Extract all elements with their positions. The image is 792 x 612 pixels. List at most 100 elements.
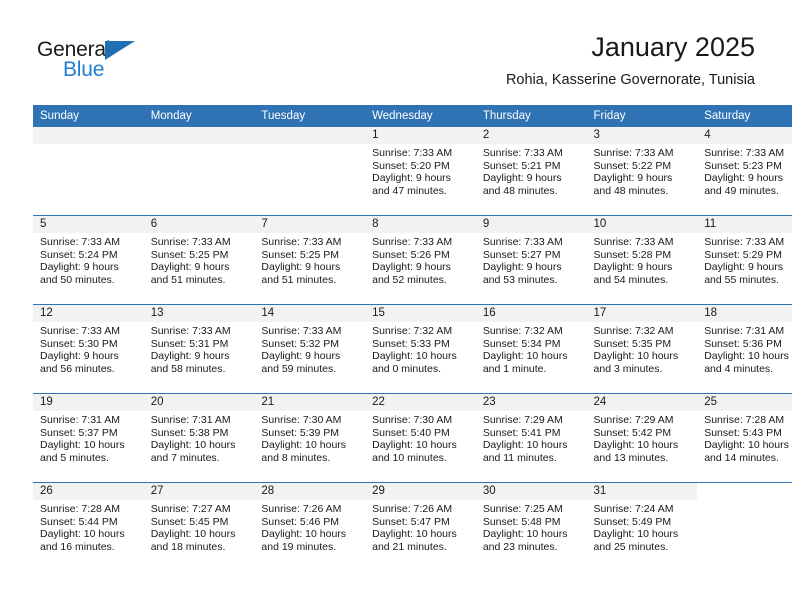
day-number: 6: [143, 216, 255, 233]
sunset-text: Sunset: 5:25 PM: [150, 248, 229, 261]
daylight-text-line1: Daylight: 9 hours: [261, 350, 341, 363]
day-number: 24: [586, 394, 698, 411]
daylight-text-line2: and 56 minutes.: [40, 362, 115, 375]
day-details: Sunrise: 7:29 AM Sunset: 5:42 PM Daylight:…: [587, 411, 698, 464]
day-details: Sunrise: 7:33 AM Sunset: 5:22 PM Daylight:…: [587, 144, 698, 197]
calendar-day-cell[interactable]: 16 Sunrise: 7:32 AM Sunset: 5:34 PM Dayligh…: [475, 304, 587, 394]
sunset-text: Sunset: 5:39 PM: [261, 426, 340, 439]
daylight-text-line1: Daylight: 10 hours: [372, 350, 457, 363]
sunset-text: Sunset: 5:33 PM: [372, 337, 450, 350]
weekday-header-friday: Friday: [586, 105, 698, 127]
day-details: Sunrise: 7:33 AM Sunset: 5:23 PM Daylight:…: [697, 144, 792, 197]
day-number: 9: [475, 216, 587, 233]
day-number: 26: [33, 483, 144, 500]
sunrise-text: Sunrise: 7:33 AM: [704, 236, 785, 248]
calendar-day-cell[interactable]: 19 Sunrise: 7:31 AM Sunset: 5:37 PM Dayligh…: [33, 393, 144, 483]
sunset-text: Sunset: 5:23 PM: [704, 159, 782, 172]
title-block: January 2025 Rohia, Kasserine Governorat…: [506, 30, 755, 90]
sunset-text: Sunset: 5:47 PM: [372, 515, 450, 528]
day-details: Sunrise: 7:31 AM Sunset: 5:36 PM Daylight:…: [697, 322, 792, 375]
day-number: 20: [143, 394, 255, 411]
sunset-text: Sunset: 5:38 PM: [150, 426, 229, 439]
daylight-text-line2: and 51 minutes.: [261, 273, 337, 286]
daylight-text-line1: Daylight: 9 hours: [150, 261, 230, 274]
sunset-text: Sunset: 5:40 PM: [372, 426, 450, 439]
sunrise-text: Sunrise: 7:33 AM: [593, 147, 674, 159]
sunrise-text: Sunrise: 7:26 AM: [261, 503, 342, 515]
day-number: [143, 127, 255, 144]
calendar-day-cell[interactable]: 2 Sunrise: 7:33 AM Sunset: 5:21 PM Daylight…: [475, 127, 587, 216]
calendar-week-row: 1 Sunrise: 7:33 AM Sunset: 5:20 PM Daylight…: [33, 127, 792, 216]
daylight-text-line1: Daylight: 9 hours: [372, 172, 451, 185]
day-number: 31: [586, 483, 698, 500]
calendar-day-cell[interactable]: 14 Sunrise: 7:33 AM Sunset: 5:32 PM Dayligh…: [254, 304, 366, 394]
day-number: 22: [365, 394, 476, 411]
calendar-day-cell[interactable]: 12 Sunrise: 7:33 AM Sunset: 5:30 PM Dayligh…: [33, 304, 144, 394]
sunset-text: Sunset: 5:25 PM: [261, 248, 340, 261]
calendar-day-cell[interactable]: 22 Sunrise: 7:30 AM Sunset: 5:40 PM Dayligh…: [365, 393, 476, 483]
daylight-text-line1: Daylight: 10 hours: [704, 439, 789, 452]
calendar-day-cell[interactable]: 25 Sunrise: 7:28 AM Sunset: 5:43 PM Dayligh…: [697, 393, 792, 483]
calendar-day-cell[interactable]: 17 Sunrise: 7:32 AM Sunset: 5:35 PM Dayligh…: [586, 304, 698, 394]
calendar-day-cell[interactable]: 10 Sunrise: 7:33 AM Sunset: 5:28 PM Dayligh…: [586, 215, 698, 305]
calendar-day-cell[interactable]: 31 Sunrise: 7:24 AM Sunset: 5:49 PM Dayligh…: [586, 482, 698, 571]
calendar-grid: Sunday Monday Tuesday Wednesday Thursday…: [33, 105, 792, 571]
daylight-text-line1: Daylight: 9 hours: [40, 261, 119, 274]
calendar-day-cell[interactable]: 18 Sunrise: 7:31 AM Sunset: 5:36 PM Dayligh…: [697, 304, 792, 394]
calendar-week-row: 19 Sunrise: 7:31 AM Sunset: 5:37 PM Dayligh…: [33, 393, 792, 483]
sunset-text: Sunset: 5:29 PM: [704, 248, 782, 261]
calendar-day-cell[interactable]: 4 Sunrise: 7:33 AM Sunset: 5:23 PM Daylight…: [697, 127, 792, 216]
daylight-text-line2: and 48 minutes.: [593, 184, 669, 197]
weekday-header-sunday: Sunday: [33, 105, 144, 127]
calendar-day-cell[interactable]: 9 Sunrise: 7:33 AM Sunset: 5:27 PM Daylight…: [475, 215, 587, 305]
sunset-text: Sunset: 5:22 PM: [593, 159, 672, 172]
daylight-text-line1: Daylight: 10 hours: [372, 439, 457, 452]
general-blue-logo[interactable]: General Blue: [37, 38, 167, 82]
logo-text-blue: Blue: [63, 58, 105, 81]
calendar-day-cell[interactable]: 30 Sunrise: 7:25 AM Sunset: 5:48 PM Dayligh…: [475, 482, 587, 571]
daylight-text-line2: and 48 minutes.: [482, 184, 558, 197]
calendar-day-cell[interactable]: 28 Sunrise: 7:26 AM Sunset: 5:46 PM Dayligh…: [254, 482, 366, 571]
day-number: 4: [697, 127, 792, 144]
sunset-text: Sunset: 5:41 PM: [482, 426, 561, 439]
day-details: Sunrise: 7:33 AM Sunset: 5:25 PM Daylight:…: [254, 233, 365, 286]
calendar-day-cell[interactable]: 1 Sunrise: 7:33 AM Sunset: 5:20 PM Daylight…: [365, 127, 476, 216]
day-number: 30: [475, 483, 587, 500]
sunrise-text: Sunrise: 7:33 AM: [40, 325, 120, 337]
calendar-day-cell[interactable]: 6 Sunrise: 7:33 AM Sunset: 5:25 PM Daylight…: [143, 215, 255, 305]
calendar-day-cell[interactable]: 23 Sunrise: 7:29 AM Sunset: 5:41 PM Dayligh…: [475, 393, 587, 483]
sunrise-text: Sunrise: 7:33 AM: [482, 236, 563, 248]
day-details: Sunrise: 7:32 AM Sunset: 5:34 PM Daylight:…: [476, 322, 587, 375]
sunset-text: Sunset: 5:43 PM: [704, 426, 782, 439]
daylight-text-line2: and 52 minutes.: [372, 273, 447, 286]
calendar-day-cell[interactable]: 24 Sunrise: 7:29 AM Sunset: 5:42 PM Dayligh…: [586, 393, 698, 483]
calendar-day-cell[interactable]: 21 Sunrise: 7:30 AM Sunset: 5:39 PM Dayligh…: [254, 393, 366, 483]
day-number: 2: [475, 127, 587, 144]
sunrise-text: Sunrise: 7:31 AM: [150, 414, 231, 426]
day-number: 10: [586, 216, 698, 233]
sunrise-text: Sunrise: 7:33 AM: [593, 236, 674, 248]
calendar-day-cell[interactable]: 27 Sunrise: 7:27 AM Sunset: 5:45 PM Dayligh…: [143, 482, 255, 571]
sunset-text: Sunset: 5:32 PM: [261, 337, 340, 350]
calendar-day-cell[interactable]: 7 Sunrise: 7:33 AM Sunset: 5:25 PM Daylight…: [254, 215, 366, 305]
sunrise-text: Sunrise: 7:30 AM: [372, 414, 453, 426]
calendar-day-cell[interactable]: 13 Sunrise: 7:33 AM Sunset: 5:31 PM Dayligh…: [143, 304, 255, 394]
sunrise-text: Sunrise: 7:32 AM: [482, 325, 563, 337]
calendar-day-cell[interactable]: 11 Sunrise: 7:33 AM Sunset: 5:29 PM Dayligh…: [697, 215, 792, 305]
sunrise-text: Sunrise: 7:24 AM: [593, 503, 674, 515]
calendar-day-cell[interactable]: 20 Sunrise: 7:31 AM Sunset: 5:38 PM Dayligh…: [143, 393, 255, 483]
daylight-text-line1: Daylight: 9 hours: [372, 261, 451, 274]
calendar-day-cell[interactable]: 26 Sunrise: 7:28 AM Sunset: 5:44 PM Dayligh…: [33, 482, 144, 571]
daylight-text-line1: Daylight: 9 hours: [593, 172, 673, 185]
calendar-day-cell[interactable]: 15 Sunrise: 7:32 AM Sunset: 5:33 PM Dayligh…: [365, 304, 476, 394]
calendar-day-cell[interactable]: 29 Sunrise: 7:26 AM Sunset: 5:47 PM Dayligh…: [365, 482, 476, 571]
daylight-text-line1: Daylight: 9 hours: [593, 261, 673, 274]
day-number: 28: [254, 483, 366, 500]
daylight-text-line1: Daylight: 10 hours: [593, 350, 679, 363]
calendar-day-cell[interactable]: 5 Sunrise: 7:33 AM Sunset: 5:24 PM Daylight…: [33, 215, 144, 305]
calendar-day-cell[interactable]: 8 Sunrise: 7:33 AM Sunset: 5:26 PM Daylight…: [365, 215, 476, 305]
calendar-day-cell[interactable]: 3 Sunrise: 7:33 AM Sunset: 5:22 PM Daylight…: [586, 127, 698, 216]
daylight-text-line2: and 16 minutes.: [40, 540, 115, 553]
calendar-cell-empty: [33, 127, 144, 216]
calendar-cell-empty: [697, 482, 792, 571]
